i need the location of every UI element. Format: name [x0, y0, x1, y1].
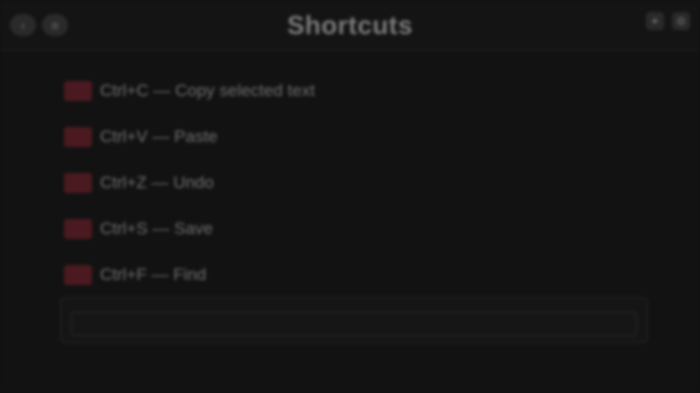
shortcuts-screen: ‹ ≡ Shortcuts ✦ ⚙ Ctrl+C — Copy selected… [0, 0, 700, 393]
flag-icon [64, 173, 92, 193]
pin-icon[interactable]: ✦ [646, 12, 664, 30]
shortcut-row[interactable]: Ctrl+S — Save [64, 206, 644, 252]
top-bar: ‹ ≡ Shortcuts ✦ ⚙ [0, 0, 700, 51]
flag-icon [64, 265, 92, 285]
flag-icon [64, 81, 92, 101]
shortcut-label: Ctrl+Z — Undo [100, 173, 214, 192]
text-input[interactable] [71, 312, 637, 336]
shortcut-label: Ctrl+C — Copy selected text [100, 81, 315, 100]
flag-icon [64, 127, 92, 147]
page-title: Shortcuts [287, 10, 413, 40]
shortcut-list: Ctrl+C — Copy selected text Ctrl+V — Pas… [64, 68, 644, 298]
shortcut-label: Ctrl+V — Paste [100, 127, 218, 146]
shortcut-row[interactable]: Ctrl+V — Paste [64, 114, 644, 160]
input-panel [60, 297, 648, 343]
shortcut-label: Ctrl+F — Find [100, 265, 207, 284]
shortcut-row[interactable]: Ctrl+C — Copy selected text [64, 68, 644, 114]
right-toolbar: ✦ ⚙ [646, 12, 690, 30]
flag-icon [64, 219, 92, 239]
shortcut-label: Ctrl+S — Save [100, 219, 213, 238]
shortcut-row[interactable]: Ctrl+F — Find [64, 252, 644, 298]
shortcut-row[interactable]: Ctrl+Z — Undo [64, 160, 644, 206]
settings-icon[interactable]: ⚙ [672, 12, 690, 30]
